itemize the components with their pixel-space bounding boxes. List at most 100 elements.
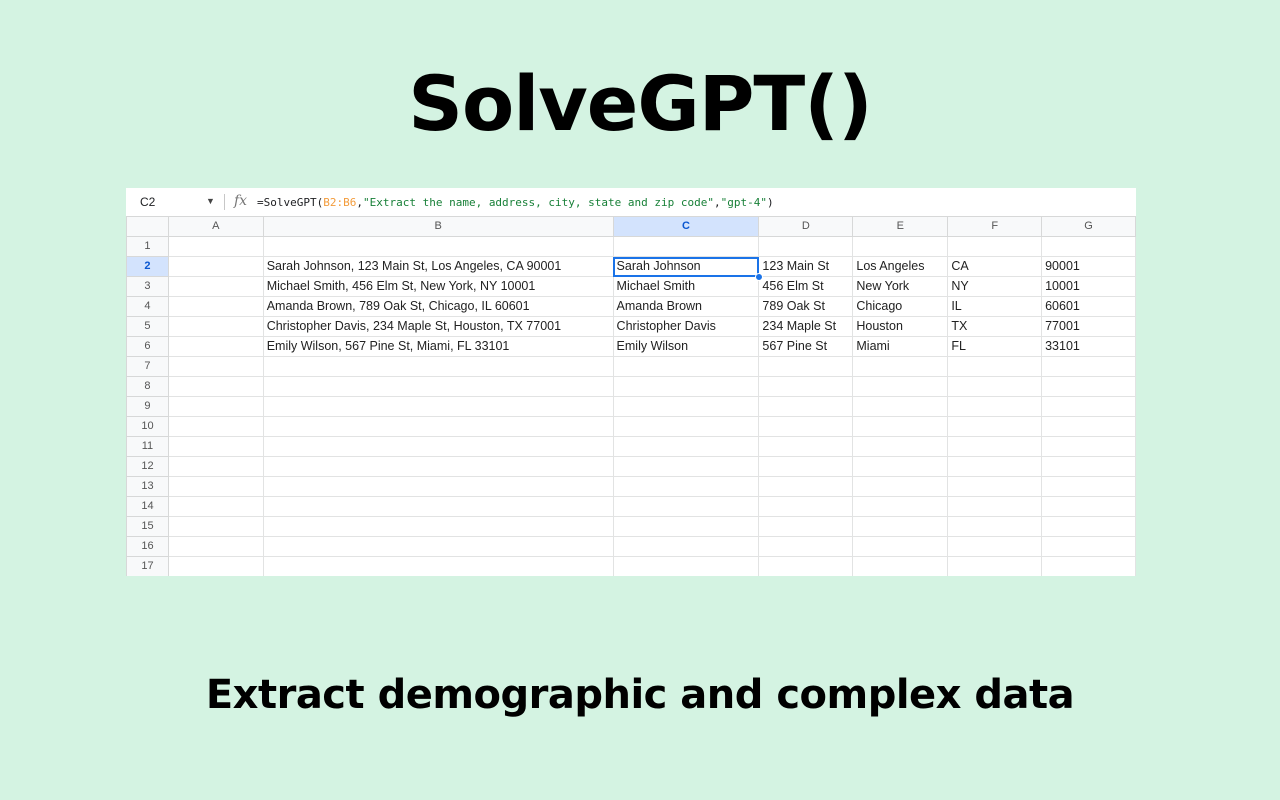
cell-f4[interactable]: IL	[947, 296, 1043, 317]
cell-e1[interactable]	[852, 236, 949, 257]
cell-g6[interactable]: 33101	[1041, 336, 1136, 357]
cell-f11[interactable]	[947, 436, 1043, 457]
cell-d8[interactable]	[758, 376, 854, 397]
cell-c8[interactable]	[612, 376, 760, 397]
cell-g5[interactable]: 77001	[1041, 316, 1136, 337]
column-header-d[interactable]: D	[758, 216, 854, 237]
cell-c16[interactable]	[612, 536, 760, 557]
cell-e15[interactable]	[852, 516, 949, 537]
cell-c4[interactable]: Amanda Brown	[612, 296, 760, 317]
cell-c14[interactable]	[612, 496, 760, 517]
row-header[interactable]: 17	[126, 556, 169, 576]
cell-a8[interactable]	[167, 376, 264, 397]
row-header[interactable]: 4	[126, 296, 169, 317]
cell-f1[interactable]	[947, 236, 1043, 257]
cell-g13[interactable]	[1041, 476, 1136, 497]
cell-b3[interactable]: Michael Smith, 456 Elm St, New York, NY …	[262, 276, 614, 297]
cell-a13[interactable]	[167, 476, 264, 497]
cell-g4[interactable]: 60601	[1041, 296, 1136, 317]
row-header[interactable]: 14	[126, 496, 169, 517]
column-header-c[interactable]: C	[612, 216, 760, 237]
cell-c5[interactable]: Christopher Davis	[612, 316, 760, 337]
cell-a3[interactable]	[167, 276, 264, 297]
select-all-corner[interactable]	[126, 216, 169, 237]
cell-a16[interactable]	[167, 536, 264, 557]
cell-a17[interactable]	[167, 556, 264, 576]
cell-f9[interactable]	[947, 396, 1043, 417]
cell-e2[interactable]: Los Angeles	[852, 256, 949, 277]
cell-f5[interactable]: TX	[947, 316, 1043, 337]
row-header[interactable]: 8	[126, 376, 169, 397]
cell-a12[interactable]	[167, 456, 264, 477]
row-header[interactable]: 10	[126, 416, 169, 437]
cell-b1[interactable]	[262, 236, 614, 257]
cell-d6[interactable]: 567 Pine St	[758, 336, 854, 357]
cell-d14[interactable]	[758, 496, 854, 517]
cell-c3[interactable]: Michael Smith	[612, 276, 760, 297]
cell-d5[interactable]: 234 Maple St	[758, 316, 854, 337]
cell-e10[interactable]	[852, 416, 949, 437]
cell-a2[interactable]	[167, 256, 264, 277]
cell-e17[interactable]	[852, 556, 949, 576]
cell-e11[interactable]	[852, 436, 949, 457]
cell-a1[interactable]	[167, 236, 264, 257]
cell-g2[interactable]: 90001	[1041, 256, 1136, 277]
cell-f14[interactable]	[947, 496, 1043, 517]
row-header[interactable]: 9	[126, 396, 169, 417]
cell-g11[interactable]	[1041, 436, 1136, 457]
cell-b4[interactable]: Amanda Brown, 789 Oak St, Chicago, IL 60…	[262, 296, 614, 317]
cell-f17[interactable]	[947, 556, 1043, 576]
cell-b10[interactable]	[262, 416, 614, 437]
row-header[interactable]: 12	[126, 456, 169, 477]
cell-g3[interactable]: 10001	[1041, 276, 1136, 297]
chevron-down-icon[interactable]: ▼	[206, 196, 215, 206]
cell-a11[interactable]	[167, 436, 264, 457]
cell-g9[interactable]	[1041, 396, 1136, 417]
cell-b14[interactable]	[262, 496, 614, 517]
cell-f6[interactable]: FL	[947, 336, 1043, 357]
cell-c2[interactable]: Sarah Johnson	[612, 256, 760, 277]
cell-d16[interactable]	[758, 536, 854, 557]
cell-d9[interactable]	[758, 396, 854, 417]
row-header[interactable]: 11	[126, 436, 169, 457]
row-header[interactable]: 5	[126, 316, 169, 337]
cell-d7[interactable]	[758, 356, 854, 377]
cell-c13[interactable]	[612, 476, 760, 497]
cell-c9[interactable]	[612, 396, 760, 417]
cell-g10[interactable]	[1041, 416, 1136, 437]
cell-a10[interactable]	[167, 416, 264, 437]
cell-c17[interactable]	[612, 556, 760, 576]
row-header[interactable]: 7	[126, 356, 169, 377]
cell-b5[interactable]: Christopher Davis, 234 Maple St, Houston…	[262, 316, 614, 337]
cell-d3[interactable]: 456 Elm St	[758, 276, 854, 297]
cell-g17[interactable]	[1041, 556, 1136, 576]
cell-f3[interactable]: NY	[947, 276, 1043, 297]
cell-c6[interactable]: Emily Wilson	[612, 336, 760, 357]
cell-b17[interactable]	[262, 556, 614, 576]
cell-b16[interactable]	[262, 536, 614, 557]
cell-f13[interactable]	[947, 476, 1043, 497]
cell-a14[interactable]	[167, 496, 264, 517]
cell-e4[interactable]: Chicago	[852, 296, 949, 317]
column-header-a[interactable]: A	[167, 216, 264, 237]
cell-a4[interactable]	[167, 296, 264, 317]
cell-d17[interactable]	[758, 556, 854, 576]
cell-g7[interactable]	[1041, 356, 1136, 377]
cell-d15[interactable]	[758, 516, 854, 537]
cell-b11[interactable]	[262, 436, 614, 457]
cell-g1[interactable]	[1041, 236, 1136, 257]
cell-d10[interactable]	[758, 416, 854, 437]
cell-f15[interactable]	[947, 516, 1043, 537]
cell-a9[interactable]	[167, 396, 264, 417]
cell-f16[interactable]	[947, 536, 1043, 557]
cell-d4[interactable]: 789 Oak St	[758, 296, 854, 317]
cell-b9[interactable]	[262, 396, 614, 417]
row-header[interactable]: 6	[126, 336, 169, 357]
cell-c1[interactable]	[612, 236, 760, 257]
cell-e5[interactable]: Houston	[852, 316, 949, 337]
row-header[interactable]: 16	[126, 536, 169, 557]
cell-b7[interactable]	[262, 356, 614, 377]
row-header[interactable]: 3	[126, 276, 169, 297]
cell-e13[interactable]	[852, 476, 949, 497]
cell-e16[interactable]	[852, 536, 949, 557]
